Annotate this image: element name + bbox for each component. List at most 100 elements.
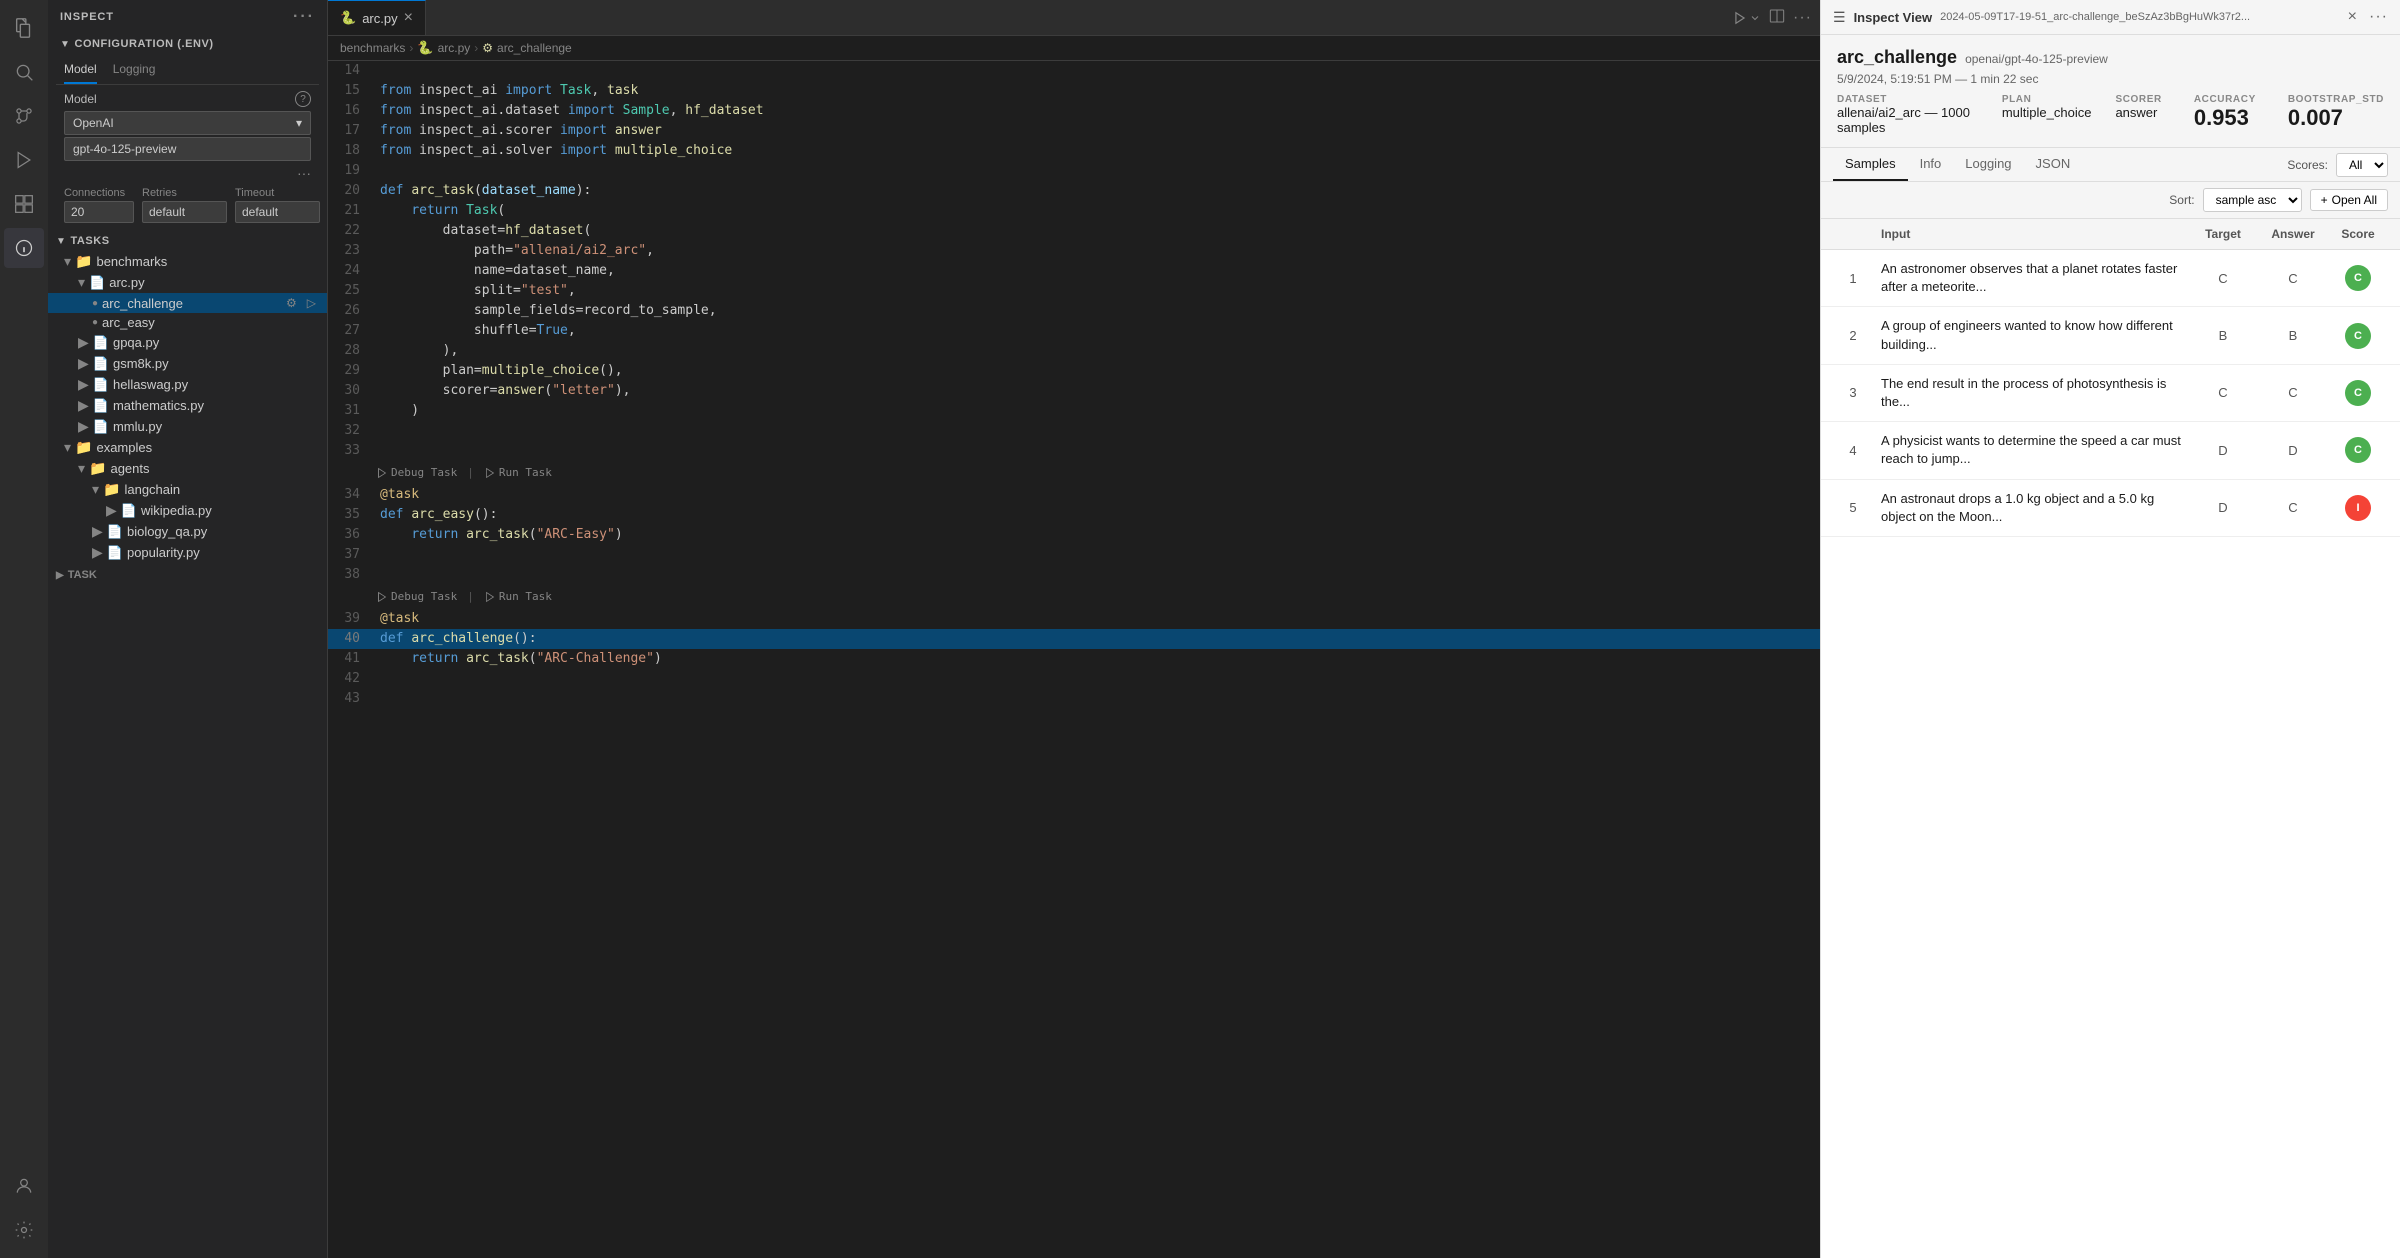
tab-model[interactable]: Model (64, 58, 97, 84)
tree-item-wikipedia[interactable]: ▶ 📄 wikipedia.py (48, 500, 327, 521)
score-badge: C (2345, 380, 2371, 406)
task-meta-group: DATASET allenai/ai2_arc — 1000 samples P… (1837, 94, 2162, 135)
tab-json[interactable]: JSON (2024, 148, 2083, 181)
code-line-37: 37 (328, 545, 1820, 565)
debug-task-link-1[interactable]: Debug Task (376, 463, 457, 483)
tree-item-mathematics[interactable]: ▶ 📄 mathematics.py (48, 395, 327, 416)
breadcrumb-arc-challenge[interactable]: arc_challenge (497, 41, 572, 55)
tab-info[interactable]: Info (1908, 148, 1954, 181)
tree-item-gsm8k[interactable]: ▶ 📄 gsm8k.py (48, 353, 327, 374)
connections-input[interactable] (64, 201, 134, 223)
file-chevron-icon: ▾ (78, 274, 85, 291)
debug-icon[interactable]: ⚙ (283, 295, 300, 311)
account-icon[interactable] (4, 1166, 44, 1206)
config-tabs: Model Logging (56, 54, 319, 85)
breadcrumb-arc-py[interactable]: arc.py (438, 41, 471, 55)
tasks-header[interactable]: ▼ TASKS (48, 227, 327, 251)
editor-breadcrumb: benchmarks › 🐍 arc.py › ⚙ arc_challenge (328, 36, 1820, 61)
inspect-header: ☰ Inspect View 2024-05-09T17-19-51_arc-c… (1821, 0, 2400, 35)
code-line-31: 31 ) (328, 401, 1820, 421)
timeout-input[interactable] (235, 201, 320, 223)
file-chevron-icon5: ▶ (78, 397, 89, 414)
tree-item-examples[interactable]: ▾ 📁 examples (48, 437, 327, 458)
code-line-18: 18 from inspect_ai.solver import multipl… (328, 141, 1820, 161)
model-options-icon[interactable]: ··· (56, 163, 319, 183)
settings-icon[interactable] (4, 1210, 44, 1250)
code-line-33: 33 (328, 441, 1820, 461)
retries-input[interactable] (142, 201, 227, 223)
info-icon[interactable] (4, 228, 44, 268)
inspect-menu-icon[interactable]: ··· (2369, 8, 2388, 26)
model-version-input[interactable]: gpt-4o-125-preview (64, 137, 311, 161)
split-editor-icon[interactable] (1769, 8, 1785, 27)
code-line-14: 14 (328, 61, 1820, 81)
file-icon5: 📄 (93, 398, 109, 414)
debug-task-link-2[interactable]: Debug Task (376, 587, 457, 607)
tree-item-langchain[interactable]: ▾ 📁 langchain (48, 479, 327, 500)
col-header-score: Score (2328, 227, 2388, 241)
hamburger-icon[interactable]: ☰ (1833, 9, 1846, 26)
inspect-breadcrumb: 2024-05-09T17-19-51_arc-challenge_beSzAz… (1940, 11, 2340, 23)
extensions-icon[interactable] (4, 184, 44, 224)
scores-select[interactable]: All (2336, 153, 2388, 177)
run-task-link-1[interactable]: Run Task (484, 463, 552, 483)
sidebar-menu-icon[interactable]: ··· (293, 8, 315, 26)
code-line-24: 24 name=dataset_name, (328, 261, 1820, 281)
code-line-42: 42 (328, 669, 1820, 689)
code-line-32: 32 (328, 421, 1820, 441)
more-actions-icon[interactable]: ··· (1793, 9, 1812, 27)
table-row[interactable]: 2 A group of engineers wanted to know ho… (1821, 307, 2400, 364)
config-section-label[interactable]: ▼ CONFIGURATION (.ENV) (56, 34, 319, 54)
tree-item-arc-py[interactable]: ▾ 📄 arc.py (48, 272, 327, 293)
inspect-panel: ☰ Inspect View 2024-05-09T17-19-51_arc-c… (1820, 0, 2400, 1258)
tree-item-popularity[interactable]: ▶ 📄 popularity.py (48, 542, 327, 563)
tree-item-mmlu[interactable]: ▶ 📄 mmlu.py (48, 416, 327, 437)
table-row[interactable]: 4 A physicist wants to determine the spe… (1821, 422, 2400, 479)
editor-tab-arc-py[interactable]: 🐍 arc.py × (328, 0, 426, 35)
tree-item-benchmarks[interactable]: ▾ 📁 benchmarks (48, 251, 327, 272)
model-provider-select[interactable]: OpenAI ▾ (64, 111, 311, 135)
table-row[interactable]: 5 An astronaut drops a 1.0 kg object and… (1821, 480, 2400, 537)
source-control-icon[interactable] (4, 96, 44, 136)
tree-item-gpqa[interactable]: ▶ 📄 gpqa.py (48, 332, 327, 353)
code-line-41: 41 return arc_task("ARC-Challenge") (328, 649, 1820, 669)
col-header-input: Input (1873, 227, 2188, 241)
folder-icon2: 📁 (75, 439, 92, 456)
inspect-close-icon[interactable]: × (2348, 8, 2357, 26)
table-row[interactable]: 1 An astronomer observes that a planet r… (1821, 250, 2400, 307)
samples-table: Input Target Answer Score 1 An astronome… (1821, 219, 2400, 1258)
code-line-43: 43 (328, 689, 1820, 709)
tree-item-agents[interactable]: ▾ 📁 agents (48, 458, 327, 479)
file-tree: ▾ 📁 benchmarks ▾ 📄 arc.py ● arc_challeng… (48, 251, 327, 1258)
model-info-icon[interactable]: ? (295, 91, 311, 107)
table-row[interactable]: 3 The end result in the process of photo… (1821, 365, 2400, 422)
code-line-27: 27 shuffle=True, (328, 321, 1820, 341)
open-all-button[interactable]: + Open All (2310, 189, 2388, 211)
file-icon9: 📄 (107, 545, 123, 561)
sort-select[interactable]: sample asc (2203, 188, 2302, 212)
tab-logging[interactable]: Logging (1953, 148, 2023, 181)
tree-item-arc-easy[interactable]: ● arc_easy (48, 313, 327, 332)
files-icon[interactable] (4, 8, 44, 48)
breadcrumb-benchmarks[interactable]: benchmarks (340, 41, 405, 55)
tab-logging[interactable]: Logging (113, 58, 156, 84)
tab-samples[interactable]: Samples (1833, 148, 1908, 181)
folder-chevron-icon: ▾ (64, 253, 71, 270)
code-editor[interactable]: 14 15 from inspect_ai import Task, task … (328, 61, 1820, 1258)
editor-tabs: 🐍 arc.py × ··· (328, 0, 1820, 36)
file-chevron-icon3: ▶ (78, 355, 89, 372)
tree-item-arc-challenge[interactable]: ● arc_challenge ⚙ ▷ (48, 293, 327, 313)
tree-item-hellaswag[interactable]: ▶ 📄 hellaswag.py (48, 374, 327, 395)
tree-item-biology[interactable]: ▶ 📄 biology_qa.py (48, 521, 327, 542)
run-task-link-2[interactable]: Run Task (484, 587, 552, 607)
task-model: openai/gpt-4o-125-preview (1965, 52, 2108, 66)
run-task-icon[interactable]: ▷ (304, 295, 319, 311)
score-badge: C (2345, 265, 2371, 291)
task-section-header[interactable]: ▶ TASK (48, 563, 327, 583)
code-line-35: 35 def arc_easy(): (328, 505, 1820, 525)
run-icon[interactable] (4, 140, 44, 180)
tab-close-icon[interactable]: × (404, 9, 413, 27)
search-icon[interactable] (4, 52, 44, 92)
run-button[interactable] (1733, 11, 1761, 25)
file-chevron-icon4: ▶ (78, 376, 89, 393)
